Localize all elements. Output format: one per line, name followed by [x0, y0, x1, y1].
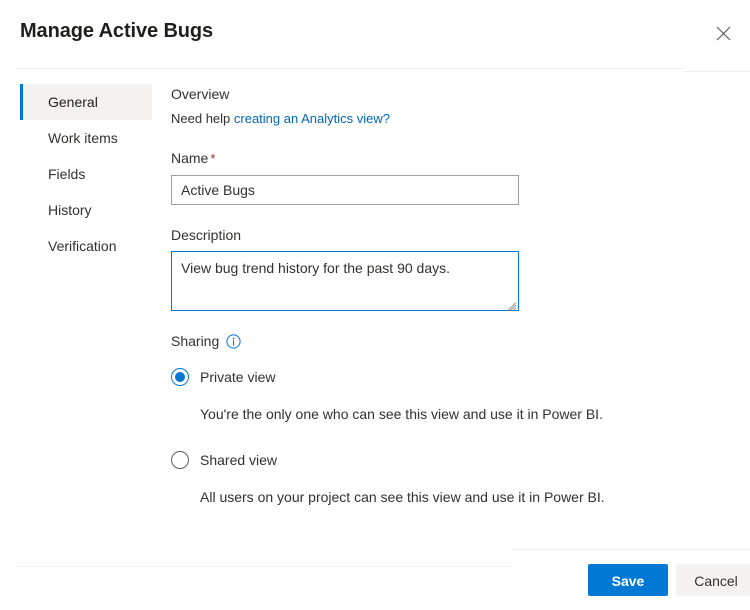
- footer-actions: Save Cancel: [588, 564, 750, 596]
- header-divider-left: [16, 68, 683, 69]
- dialog-header: Manage Active Bugs: [0, 0, 750, 68]
- sharing-label: Sharing: [171, 333, 220, 349]
- cancel-button[interactable]: Cancel: [676, 564, 750, 596]
- manage-view-dialog: Manage Active Bugs General Work items Fi…: [0, 0, 750, 610]
- radio-indicator-shared[interactable]: [171, 451, 189, 469]
- info-icon[interactable]: [226, 333, 241, 349]
- radio-private-view[interactable]: Private view: [171, 367, 671, 387]
- name-field-block: Name *: [171, 148, 671, 205]
- dialog-content: Overview Need help creating an Analytics…: [171, 84, 671, 533]
- name-label: Name *: [171, 148, 671, 169]
- description-textarea[interactable]: [171, 251, 519, 311]
- sharing-header: Sharing: [171, 331, 671, 351]
- radio-description-private: You're the only one who can see this vie…: [200, 406, 603, 422]
- radio-indicator-private[interactable]: [171, 368, 189, 386]
- sidebar-item-label: Verification: [48, 238, 117, 254]
- description-textarea-wrap: [171, 251, 519, 312]
- name-label-text: Name: [171, 150, 209, 166]
- sidebar-item-label: Work items: [48, 130, 118, 146]
- radio-description-shared: All users on your project can see this v…: [200, 489, 605, 505]
- sidebar-item-label: General: [48, 94, 98, 110]
- dialog-sidebar: General Work items Fields History Verifi…: [20, 84, 152, 264]
- sidebar-item-work-items[interactable]: Work items: [20, 120, 152, 156]
- radio-label-shared: Shared view: [200, 452, 278, 468]
- overview-heading: Overview: [171, 86, 230, 102]
- required-indicator: *: [210, 151, 216, 166]
- sidebar-item-history[interactable]: History: [20, 192, 152, 228]
- sidebar-item-verification[interactable]: Verification: [20, 228, 152, 264]
- description-field-block: Description: [171, 225, 671, 312]
- save-button[interactable]: Save: [588, 564, 668, 596]
- sidebar-item-label: History: [48, 202, 92, 218]
- page-title: Manage Active Bugs: [20, 20, 214, 42]
- help-prefix-text: Need help: [171, 111, 234, 126]
- footer-divider-right: [513, 549, 750, 550]
- sidebar-item-label: Fields: [48, 166, 86, 182]
- close-button[interactable]: [707, 17, 739, 49]
- description-label: Description: [171, 227, 242, 243]
- name-input[interactable]: [171, 175, 519, 205]
- help-line: Need help creating an Analytics view?: [171, 110, 671, 128]
- footer-divider-left: [16, 566, 513, 567]
- sidebar-item-fields[interactable]: Fields: [20, 156, 152, 192]
- close-icon: [716, 26, 731, 41]
- radio-label-private: Private view: [200, 369, 276, 385]
- sidebar-item-general[interactable]: General: [20, 84, 152, 120]
- create-analytics-view-link[interactable]: creating an Analytics view?: [234, 111, 390, 126]
- radio-shared-view[interactable]: Shared view: [171, 450, 671, 470]
- header-divider-right: [683, 71, 750, 72]
